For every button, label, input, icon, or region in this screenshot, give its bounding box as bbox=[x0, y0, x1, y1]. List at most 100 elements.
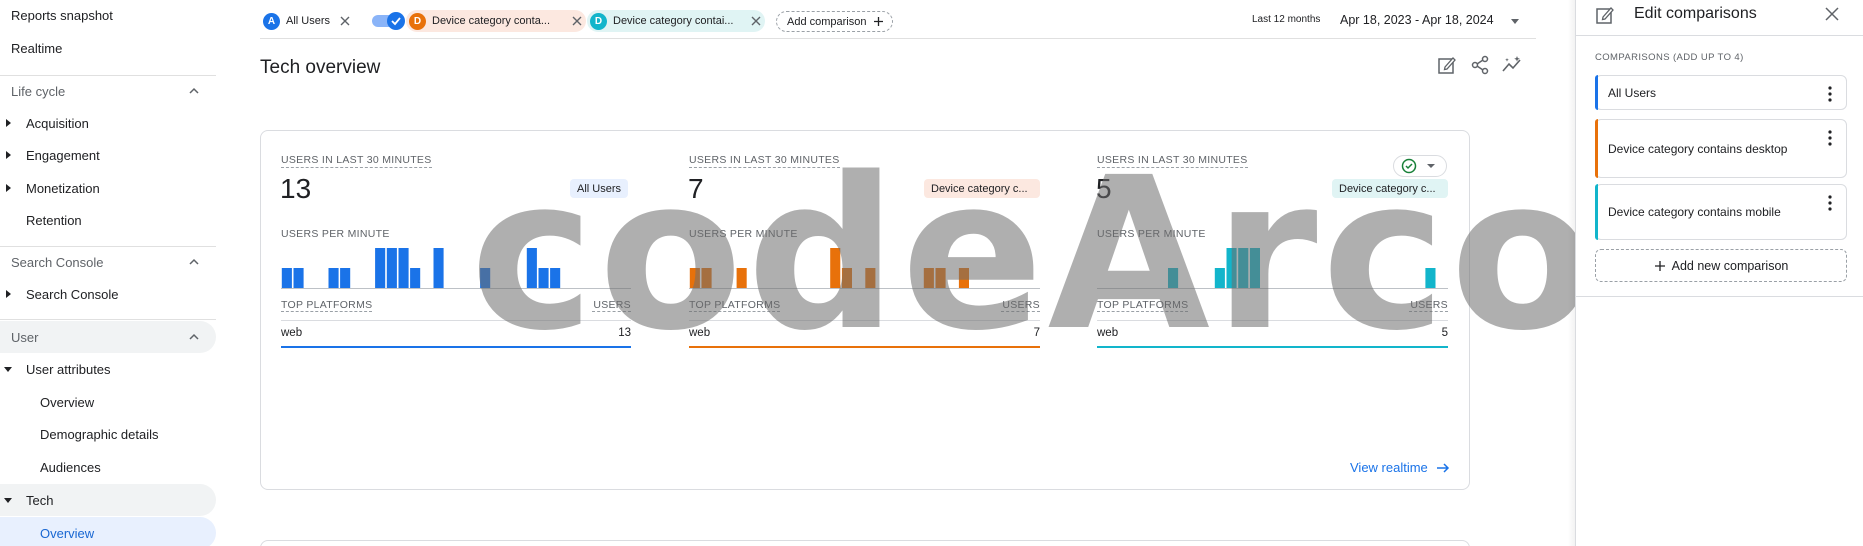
chevron-up-icon bbox=[189, 258, 199, 265]
platform-cell: web bbox=[1097, 327, 1119, 339]
minute-bar[interactable] bbox=[398, 248, 409, 288]
panel-divider bbox=[1576, 296, 1863, 297]
more-vert-icon[interactable] bbox=[1828, 130, 1832, 146]
minute-bar[interactable] bbox=[1249, 248, 1260, 288]
close-icon[interactable] bbox=[572, 16, 582, 26]
plus-icon bbox=[1654, 260, 1665, 271]
users-per-minute-label: USERS PER MINUTE bbox=[281, 228, 390, 240]
insights-icon[interactable] bbox=[1502, 55, 1522, 75]
data-quality-button[interactable] bbox=[1393, 155, 1447, 177]
minute-bar[interactable] bbox=[526, 248, 537, 288]
check-circle-icon bbox=[1401, 158, 1417, 174]
users-per-minute-label: USERS PER MINUTE bbox=[1097, 228, 1206, 240]
comparison-chip-mobile[interactable]: D Device category contai... bbox=[587, 10, 765, 32]
minute-bar[interactable] bbox=[736, 268, 747, 288]
minute-bar[interactable] bbox=[1214, 268, 1225, 288]
close-icon[interactable] bbox=[751, 16, 761, 26]
sidebar-group-life-cycle[interactable]: Life cycle bbox=[0, 76, 216, 106]
minute-bar[interactable] bbox=[410, 268, 421, 288]
sidebar-item-user-attributes[interactable]: User attributes bbox=[0, 354, 111, 384]
sidebar-item-demographic-details[interactable]: Demographic details bbox=[40, 419, 159, 449]
share-icon[interactable] bbox=[1470, 55, 1490, 75]
more-vert-icon[interactable] bbox=[1828, 195, 1832, 211]
more-vert-icon[interactable] bbox=[1828, 86, 1832, 102]
sidebar-group-search-console[interactable]: Search Console bbox=[0, 247, 216, 277]
minute-bar[interactable] bbox=[701, 268, 712, 288]
users-per-minute-label: USERS PER MINUTE bbox=[689, 228, 798, 240]
platform-bar bbox=[281, 346, 631, 348]
minute-bar[interactable] bbox=[550, 268, 561, 288]
comparison-chip-desktop[interactable]: D Device category conta... bbox=[406, 10, 586, 32]
users-count: 7 bbox=[688, 173, 704, 204]
minute-bar[interactable] bbox=[830, 248, 841, 288]
comparison-card-all-users[interactable]: All Users bbox=[1595, 75, 1847, 110]
edit-report-icon[interactable] bbox=[1437, 55, 1457, 75]
sidebar-item-realtime[interactable]: Realtime bbox=[11, 33, 62, 63]
caret-down-icon bbox=[1427, 164, 1435, 168]
minute-bar[interactable] bbox=[865, 268, 876, 288]
add-comparison-button[interactable]: Add comparison bbox=[776, 11, 893, 32]
table-divider bbox=[1097, 320, 1448, 321]
sidebar-item-acquisition[interactable]: Acquisition bbox=[0, 108, 89, 138]
comparison-card-mobile[interactable]: Device category contains mobile bbox=[1595, 184, 1847, 240]
caret-right-icon bbox=[6, 151, 11, 159]
caret-right-icon bbox=[6, 184, 11, 192]
minute-bar[interactable] bbox=[375, 248, 386, 288]
sidebar-item-retention[interactable]: Retention bbox=[0, 205, 82, 235]
minute-bar[interactable] bbox=[328, 268, 339, 288]
minute-bar[interactable] bbox=[1226, 248, 1237, 288]
users-per-minute-chart bbox=[1168, 248, 1436, 288]
panel-divider bbox=[1576, 35, 1863, 36]
minute-bar[interactable] bbox=[480, 268, 491, 288]
platform-users-cell: 13 bbox=[618, 327, 631, 339]
caret-down-icon[interactable] bbox=[1511, 19, 1519, 24]
date-range-picker[interactable]: Apr 18, 2023 - Apr 18, 2024 bbox=[1340, 13, 1494, 27]
chip-label: Device category conta... bbox=[432, 15, 551, 27]
minute-bar[interactable] bbox=[841, 268, 852, 288]
sidebar-item-tech-overview[interactable]: Overview bbox=[40, 518, 94, 546]
sidebar-item-reports-snapshot[interactable]: Reports snapshot bbox=[11, 0, 113, 30]
minute-bar[interactable] bbox=[433, 248, 444, 288]
sidebar-item-search-console[interactable]: Search Console bbox=[0, 279, 119, 309]
close-icon[interactable] bbox=[340, 16, 350, 26]
minute-bar[interactable] bbox=[281, 268, 292, 288]
chevron-up-icon bbox=[189, 87, 199, 94]
minute-bar[interactable] bbox=[935, 268, 946, 288]
sidebar-group-user[interactable]: User bbox=[0, 322, 216, 352]
minute-bar[interactable] bbox=[923, 268, 934, 288]
sidebar-item-user-overview[interactable]: Overview bbox=[40, 387, 94, 417]
users-per-minute-chart bbox=[281, 248, 561, 288]
platform-users-cell: 7 bbox=[1033, 327, 1040, 339]
close-icon[interactable] bbox=[1825, 7, 1839, 21]
comparison-chip-all-users[interactable]: A All Users bbox=[260, 10, 356, 32]
sidebar-nav: Reports snapshot Realtime Life cycle Acq… bbox=[0, 0, 216, 546]
minute-bar[interactable] bbox=[386, 248, 397, 288]
minute-bar[interactable] bbox=[538, 268, 549, 288]
topbar-divider bbox=[260, 38, 1536, 39]
sidebar-item-monetization[interactable]: Monetization bbox=[0, 173, 100, 203]
minute-bar[interactable] bbox=[958, 268, 969, 288]
comparison-card-desktop[interactable]: Device category contains desktop bbox=[1595, 119, 1847, 178]
users-header: USERS bbox=[1409, 299, 1448, 312]
platform-cell: web bbox=[689, 327, 711, 339]
minute-bar[interactable] bbox=[689, 268, 700, 288]
minute-bar[interactable] bbox=[340, 268, 351, 288]
add-new-comparison-button[interactable]: Add new comparison bbox=[1595, 249, 1847, 282]
minute-bar[interactable] bbox=[293, 268, 304, 288]
chart-baseline bbox=[281, 288, 631, 289]
comparison-toggle[interactable] bbox=[372, 12, 406, 30]
chip-badge: A bbox=[263, 12, 280, 30]
minute-bar[interactable] bbox=[1425, 268, 1436, 288]
segment-pill: Device category c... bbox=[1332, 179, 1448, 198]
caret-down-icon bbox=[4, 367, 12, 372]
sidebar-item-tech[interactable]: Tech bbox=[0, 485, 53, 515]
minute-bar[interactable] bbox=[1168, 268, 1179, 288]
comparison-color-stripe bbox=[1595, 184, 1598, 240]
minute-bar[interactable] bbox=[1238, 248, 1249, 288]
sidebar-item-audiences[interactable]: Audiences bbox=[40, 452, 101, 482]
platform-bar bbox=[1097, 346, 1448, 348]
sidebar-item-engagement[interactable]: Engagement bbox=[0, 140, 100, 170]
chip-label: All Users bbox=[286, 15, 331, 27]
view-realtime-link[interactable]: View realtime bbox=[1350, 460, 1450, 475]
users-per-minute-chart bbox=[689, 248, 969, 288]
